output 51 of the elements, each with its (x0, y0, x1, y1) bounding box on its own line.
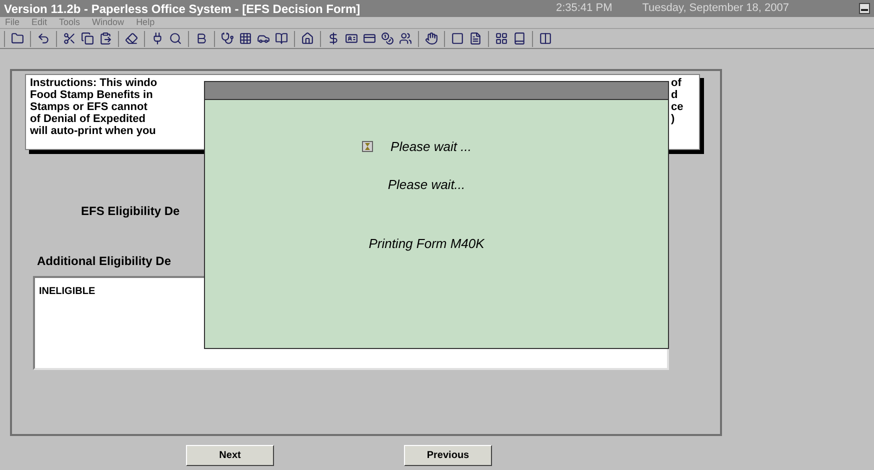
grid-icon[interactable] (239, 32, 252, 45)
book-icon[interactable] (275, 32, 288, 45)
hand-icon[interactable] (425, 32, 438, 45)
stethoscope-icon[interactable] (221, 32, 234, 45)
status-message: Printing Form M40K (368, 235, 484, 253)
coins-icon[interactable] (381, 32, 394, 45)
field-value: INELIGIBLE (39, 286, 96, 297)
house-icon[interactable] (301, 32, 314, 45)
card-icon[interactable] (363, 32, 376, 45)
plug-icon[interactable] (151, 32, 164, 45)
next-button[interactable]: Next (186, 445, 274, 466)
instructions-text: d (671, 89, 678, 101)
document-icon[interactable] (469, 32, 482, 45)
tiles-icon[interactable] (539, 32, 552, 45)
menu-item[interactable]: Edit (32, 16, 48, 30)
bold-icon[interactable] (195, 32, 208, 45)
dollar-icon[interactable] (327, 32, 340, 45)
instructions-text: Stamps or EFS cannot (30, 101, 148, 113)
instructions-text: of Denial of Expedited (30, 113, 147, 125)
wait-message: Please wait... (388, 176, 466, 194)
book-icon[interactable] (513, 32, 526, 45)
minimize-button[interactable] (859, 3, 870, 14)
instructions-text: of (671, 77, 682, 89)
wait-message: Please wait ... (390, 138, 472, 156)
hourglass-icon (362, 141, 373, 152)
instructions-text: will auto-print when you (30, 125, 157, 137)
eraser-icon[interactable] (125, 32, 138, 45)
clock-time: 2:35:41 PM (556, 1, 612, 16)
copy-icon[interactable] (81, 32, 94, 45)
instructions-text: Instructions: This windo (30, 77, 158, 89)
field-label: Additional Eligibility De (37, 253, 172, 270)
instructions-text: Food Stamp Benefits in (30, 89, 154, 101)
undo-icon[interactable] (37, 32, 50, 45)
people-icon[interactable] (399, 32, 412, 45)
menu-item[interactable]: Window (92, 16, 124, 30)
search-icon[interactable] (169, 32, 182, 45)
folder-icon[interactable] (11, 32, 24, 45)
window-title: Version 11.2b - Paperless Office System - [EFS Decision Form] (4, 0, 360, 18)
id-card-icon[interactable] (345, 32, 358, 45)
instructions-text: ) (671, 113, 675, 125)
menu-item[interactable]: Tools (59, 16, 80, 30)
minimize-icon (861, 9, 868, 11)
square-icon[interactable] (451, 32, 464, 45)
clipboard-icon[interactable] (99, 32, 112, 45)
date-text: Tuesday, September 18, 2007 (642, 1, 789, 16)
scissors-icon[interactable] (63, 32, 76, 45)
menu-item[interactable]: Help (136, 16, 155, 30)
field-label: EFS Eligibility De (81, 203, 181, 220)
menu-item[interactable]: File (5, 16, 20, 30)
previous-button[interactable]: Previous (404, 445, 492, 466)
instructions-text: ce (671, 101, 684, 113)
